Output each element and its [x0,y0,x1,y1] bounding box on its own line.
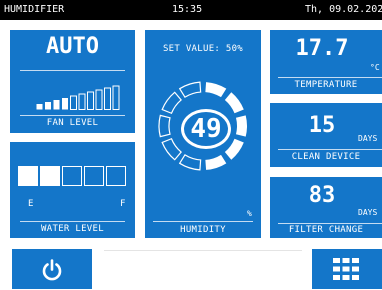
status-bar: HUMIDIFIER 15:35 Th, 09.02.2023 [0,0,382,20]
menu-button[interactable] [312,249,382,289]
device-name: HUMIDIFIER [4,4,65,15]
power-icon [42,259,62,281]
gauge-segment-empty [178,154,202,171]
divider [20,115,125,116]
clean-days-value: 15 [308,113,336,138]
temperature-label: TEMPERATURE [294,80,358,90]
power-button[interactable] [12,249,92,289]
water-block-empty [106,166,126,186]
fan-bar-filled [62,98,68,110]
humidity-value: 49 [181,109,231,149]
mode-value: AUTO [46,34,99,59]
temperature-value: 17.7 [295,36,349,61]
gauge-segment-empty [161,137,182,161]
gauge-segment-empty [158,114,171,138]
fan-bar-filled [36,104,43,110]
message-area [104,250,302,290]
gauge-segment-filled [224,92,244,114]
fan-bar-empty [104,87,111,110]
divider [20,70,125,71]
humidity-label: HUMIDITY [180,225,226,235]
water-block-empty [84,166,104,186]
gauge-segment-filled [235,115,247,137]
filter-days-value: 83 [308,183,336,208]
gauge-segment-filled [205,154,227,170]
filter-change-label: FILTER CHANGE [288,225,364,235]
water-block-empty [62,166,82,186]
set-value-label: SET VALUE: 50% [162,44,244,54]
date-label: Th, 09.02.2023 [305,4,382,15]
fan-bar-filled [45,102,51,110]
temperature-unit: °C [370,63,380,72]
fan-level-bars [36,85,120,110]
humidity-unit: % [247,209,252,218]
water-empty-mark: E [28,199,34,209]
water-level-panel[interactable]: E F WATER LEVEL [10,142,135,238]
gauge-segment-empty [178,81,202,98]
mode-fan-panel[interactable]: AUTO FAN LEVEL [10,30,135,133]
clock-time: 15:35 [172,4,203,15]
divider [20,221,125,222]
divider [278,149,382,150]
fan-bar-empty [70,95,77,110]
water-level-label: WATER LEVEL [41,224,104,234]
clean-device-label: CLEAN DEVICE [291,152,361,162]
divider [278,223,382,224]
fan-level-label: FAN LEVEL [46,118,99,128]
gauge-segment-filled [205,82,227,98]
fan-bar-empty [78,93,86,110]
clean-days-unit: DAYS [358,134,378,143]
water-full-mark: F [120,199,126,209]
humidity-panel[interactable]: SET VALUE: 50% 49 % HUMIDITY [145,30,261,238]
filter-change-panel[interactable]: 83 DAYS FILTER CHANGE [270,177,382,238]
divider [153,221,253,222]
grid-menu-icon [333,258,359,280]
gauge-segment-filled [224,138,244,160]
fan-bar-empty [87,91,94,110]
filter-days-unit: DAYS [358,208,378,217]
fan-bar-empty [112,85,120,110]
water-block-filled [18,166,38,186]
water-block-filled [40,166,60,186]
fan-bar-filled [53,100,60,110]
gauge-segment-empty [161,91,182,115]
clean-device-panel[interactable]: 15 DAYS CLEAN DEVICE [270,103,382,167]
fan-bar-empty [95,89,103,110]
divider [278,77,382,78]
temperature-panel[interactable]: 17.7 °C TEMPERATURE [270,30,382,94]
